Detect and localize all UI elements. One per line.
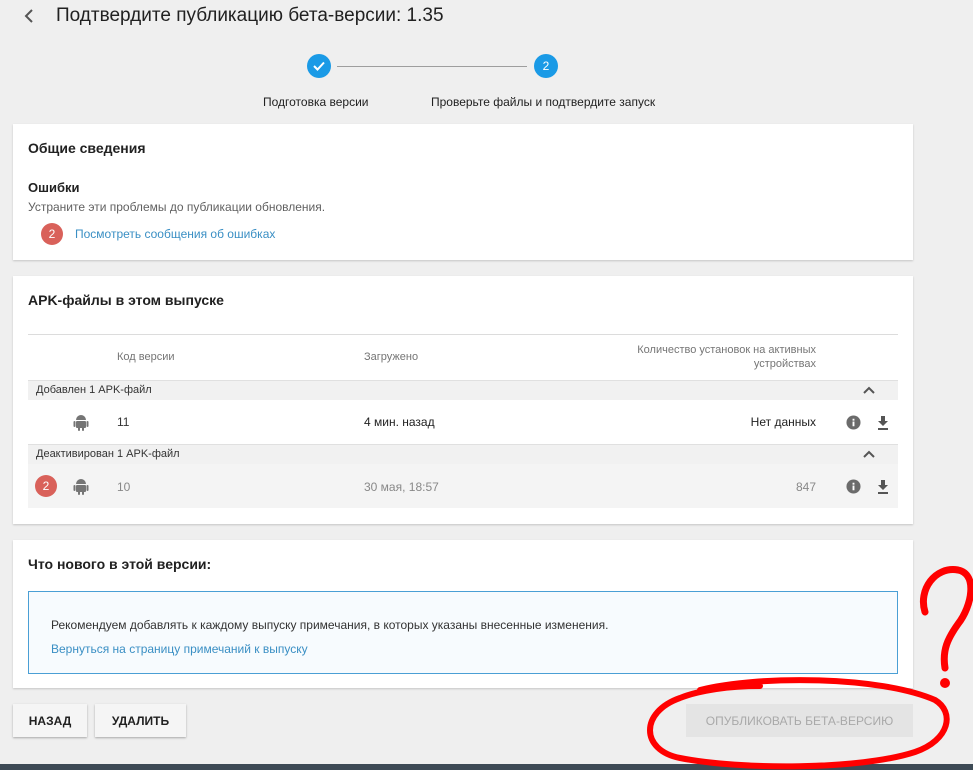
- whats-new-card: Что нового в этой версии: Рекомендуем до…: [13, 540, 913, 688]
- general-info-card: Общие сведения Ошибки Устраните эти проб…: [13, 124, 913, 260]
- errors-heading: Ошибки: [28, 180, 80, 195]
- installs-count: 847: [795, 480, 816, 494]
- installs-count: Нет данных: [750, 415, 816, 429]
- chevron-left-icon[interactable]: [20, 6, 40, 26]
- step-1-done: [307, 54, 331, 78]
- table-row: 2 10 30 мая, 18:57 847: [28, 464, 898, 508]
- android-icon: [73, 479, 89, 495]
- notes-text: Рекомендуем добавлять к каждому выпуску …: [51, 618, 609, 632]
- android-icon: [73, 415, 89, 431]
- column-header-uploaded: Загружено: [364, 351, 419, 363]
- back-button[interactable]: НАЗАД: [13, 704, 87, 737]
- card-title: Общие сведения: [28, 140, 146, 156]
- step-2-label: Проверьте файлы и подтвердите запуск: [431, 95, 656, 109]
- bottom-bar: [0, 764, 973, 770]
- header: Подтвердите публикацию бета-версии: 1.35: [0, 0, 973, 36]
- card-title: Что нового в этой версии:: [28, 556, 212, 572]
- table-divider: [28, 334, 898, 335]
- group-label: Добавлен 1 APK-файл: [36, 384, 152, 396]
- version-code: 10: [117, 480, 131, 494]
- chevron-up-icon[interactable]: [862, 385, 876, 395]
- download-icon[interactable]: [877, 416, 889, 430]
- table-row: 11 4 мин. назад Нет данных: [28, 400, 898, 444]
- publish-beta-button[interactable]: ОПУБЛИКОВАТЬ БЕТА-ВЕРСИЮ: [686, 704, 913, 737]
- group-label: Деактивирован 1 APK-файл: [36, 448, 180, 460]
- uploaded-time: 4 мин. назад: [364, 415, 435, 429]
- error-count-badge: 2: [41, 223, 63, 245]
- column-header-installs: Количество установок на активных: [637, 344, 816, 356]
- check-icon: [313, 61, 325, 71]
- step-1-label: Подготовка версии: [263, 95, 369, 109]
- apk-files-card: APK-файлы в этом выпуске Код версии Загр…: [13, 276, 913, 524]
- release-notes-info-box: Рекомендуем добавлять к каждому выпуску …: [28, 591, 898, 674]
- info-icon[interactable]: [846, 415, 861, 430]
- page-title: Подтвердите публикацию бета-версии: 1.35: [56, 5, 444, 26]
- question-mark-annotation: [920, 566, 973, 672]
- errors-description: Устраните эти проблемы до публикации обн…: [28, 200, 326, 214]
- step-2-current: 2: [534, 54, 558, 78]
- delete-button[interactable]: УДАЛИТЬ: [95, 704, 186, 737]
- page: Подтвердите публикацию бета-версии: 1.35…: [0, 0, 973, 770]
- group-row-added: Добавлен 1 APK-файл: [28, 380, 898, 400]
- column-header-installs-line2: устройствах: [753, 358, 816, 370]
- download-icon[interactable]: [877, 480, 889, 494]
- info-icon[interactable]: [846, 479, 861, 494]
- release-notes-link[interactable]: Вернуться на страницу примечаний к выпус…: [51, 642, 308, 656]
- view-errors-link[interactable]: Посмотреть сообщения об ошибках: [75, 227, 275, 241]
- group-row-deactivated: Деактивирован 1 APK-файл: [28, 444, 898, 464]
- version-code: 11: [117, 415, 130, 429]
- question-mark-dot: [940, 678, 950, 688]
- card-title: APK-файлы в этом выпуске: [28, 292, 224, 308]
- column-header-version-code: Код версии: [117, 351, 175, 363]
- step-connector: [337, 66, 527, 67]
- uploaded-time: 30 мая, 18:57: [364, 480, 439, 494]
- error-count-badge: 2: [35, 475, 57, 497]
- chevron-up-icon[interactable]: [862, 449, 876, 459]
